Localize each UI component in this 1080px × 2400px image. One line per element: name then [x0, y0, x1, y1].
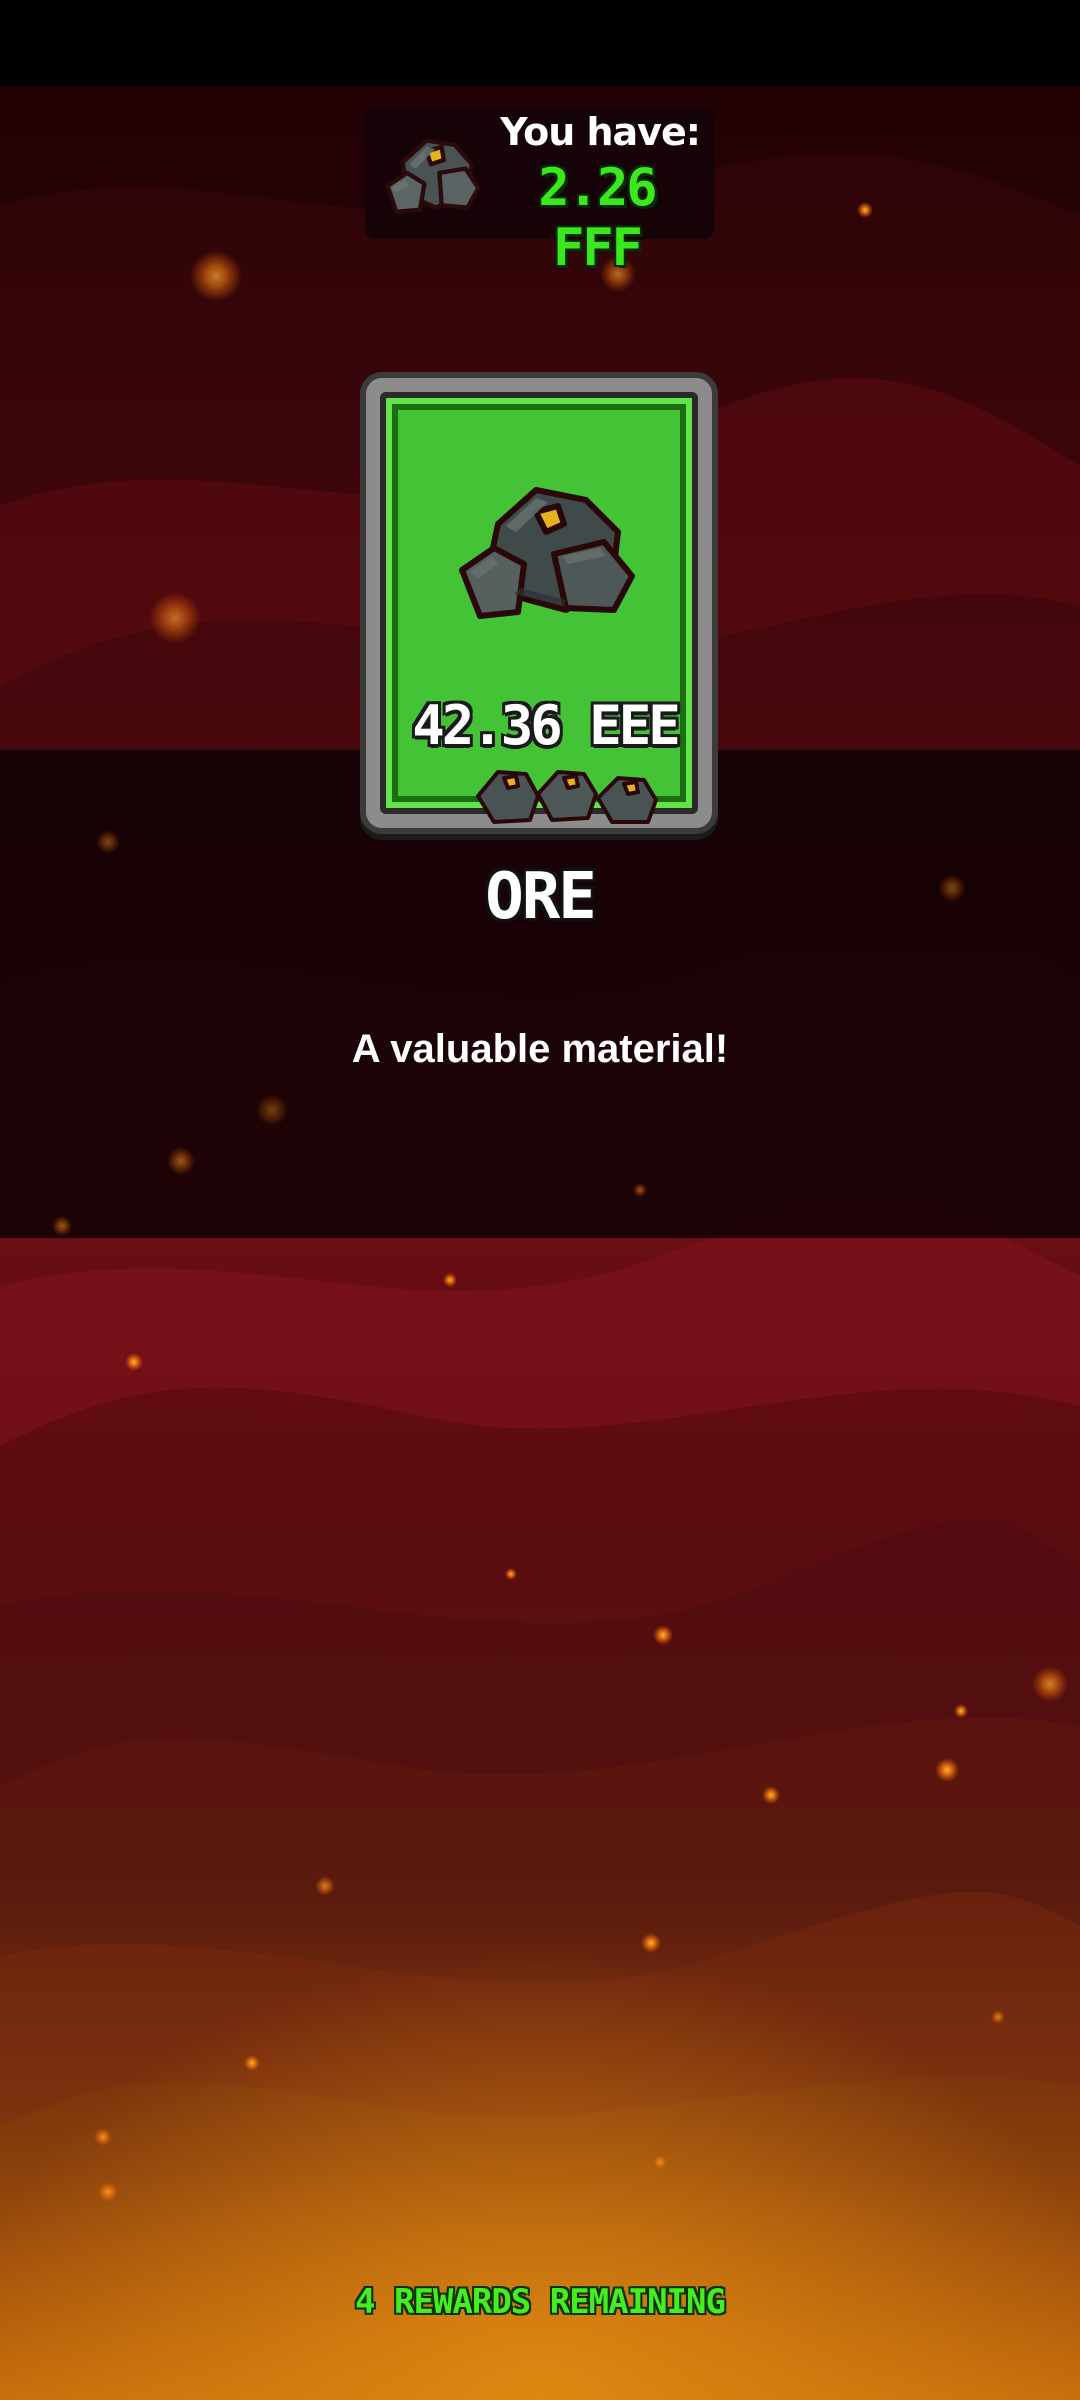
item-description: A valuable material!: [351, 1027, 729, 1071]
reward-amount: 42.36 EEE: [412, 694, 681, 757]
reward-card[interactable]: 42.36 EEE: [360, 372, 718, 834]
status-bar: [0, 0, 1080, 86]
ore-pile-icon: [476, 770, 658, 824]
rewards-remaining-label: 4 REWARDS REMAINING: [355, 2282, 726, 2322]
card-rarity-background: 42.36 EEE: [386, 398, 692, 824]
card-frame: 42.36 EEE: [380, 392, 698, 824]
reward-screen[interactable]: You have: 2.26 FFF 42.36 EEE ORE A valua…: [0, 0, 1080, 2400]
currency-counter: You have: 2.26 FFF: [365, 108, 714, 278]
ore-icon: [385, 138, 481, 214]
currency-value: 2.26 FFF: [538, 158, 657, 278]
currency-label: You have:: [500, 110, 701, 154]
item-name: ORE: [485, 860, 597, 934]
ore-icon: [459, 487, 635, 619]
